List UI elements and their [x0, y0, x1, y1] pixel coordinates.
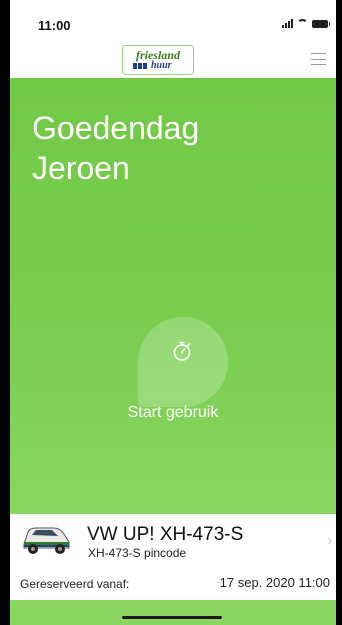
bezel-right: [336, 0, 342, 625]
app-bar: friesland huur: [10, 40, 336, 78]
stopwatch-icon: [173, 341, 191, 361]
start-usage-label[interactable]: Start gebruik: [10, 404, 336, 422]
wifi-icon: [297, 19, 308, 28]
greeting-line-1: Goedendag: [32, 110, 200, 146]
reserved-from-value: 17 sep. 2020 11:00: [219, 575, 330, 590]
menu-icon[interactable]: [311, 53, 326, 65]
status-time: 11:00: [38, 18, 71, 33]
home-hero: Goedendag Jeroen Start gebruik: [10, 78, 336, 514]
reserved-from-label: Gereserveerd vanaf:: [20, 577, 130, 591]
phone-screen: 11:00 friesland huur Goedendag Jeroen St…: [0, 0, 342, 625]
logo-stripes: [133, 63, 147, 69]
status-icons: [282, 19, 330, 28]
battery-icon: [312, 19, 330, 28]
greeting: Goedendag Jeroen: [32, 108, 199, 188]
home-indicator[interactable]: [122, 616, 222, 619]
chevron-right-icon: ›: [327, 532, 332, 548]
greeting-line-2: Jeroen: [32, 150, 130, 186]
bottom-bar: [10, 600, 336, 625]
start-usage-button[interactable]: [138, 317, 228, 407]
status-bar: 11:00: [10, 0, 336, 40]
friesland-huur-logo: friesland huur: [122, 45, 194, 75]
signal-icon: [282, 19, 293, 28]
car-icon: [23, 527, 70, 554]
bezel-left: [0, 0, 10, 625]
car-pincode-label: XH-473-S pincode: [88, 546, 187, 560]
car-title: VW UP! XH-473-S: [87, 524, 244, 545]
logo-text-huur: huur: [151, 60, 172, 71]
reservation-time-row: Gereserveerd vanaf: 17 sep. 2020 11:00: [10, 568, 336, 600]
reservation-card[interactable]: VW UP! XH-473-S XH-473-S pincode › Geres…: [10, 514, 336, 600]
start-button-background: [138, 317, 228, 407]
